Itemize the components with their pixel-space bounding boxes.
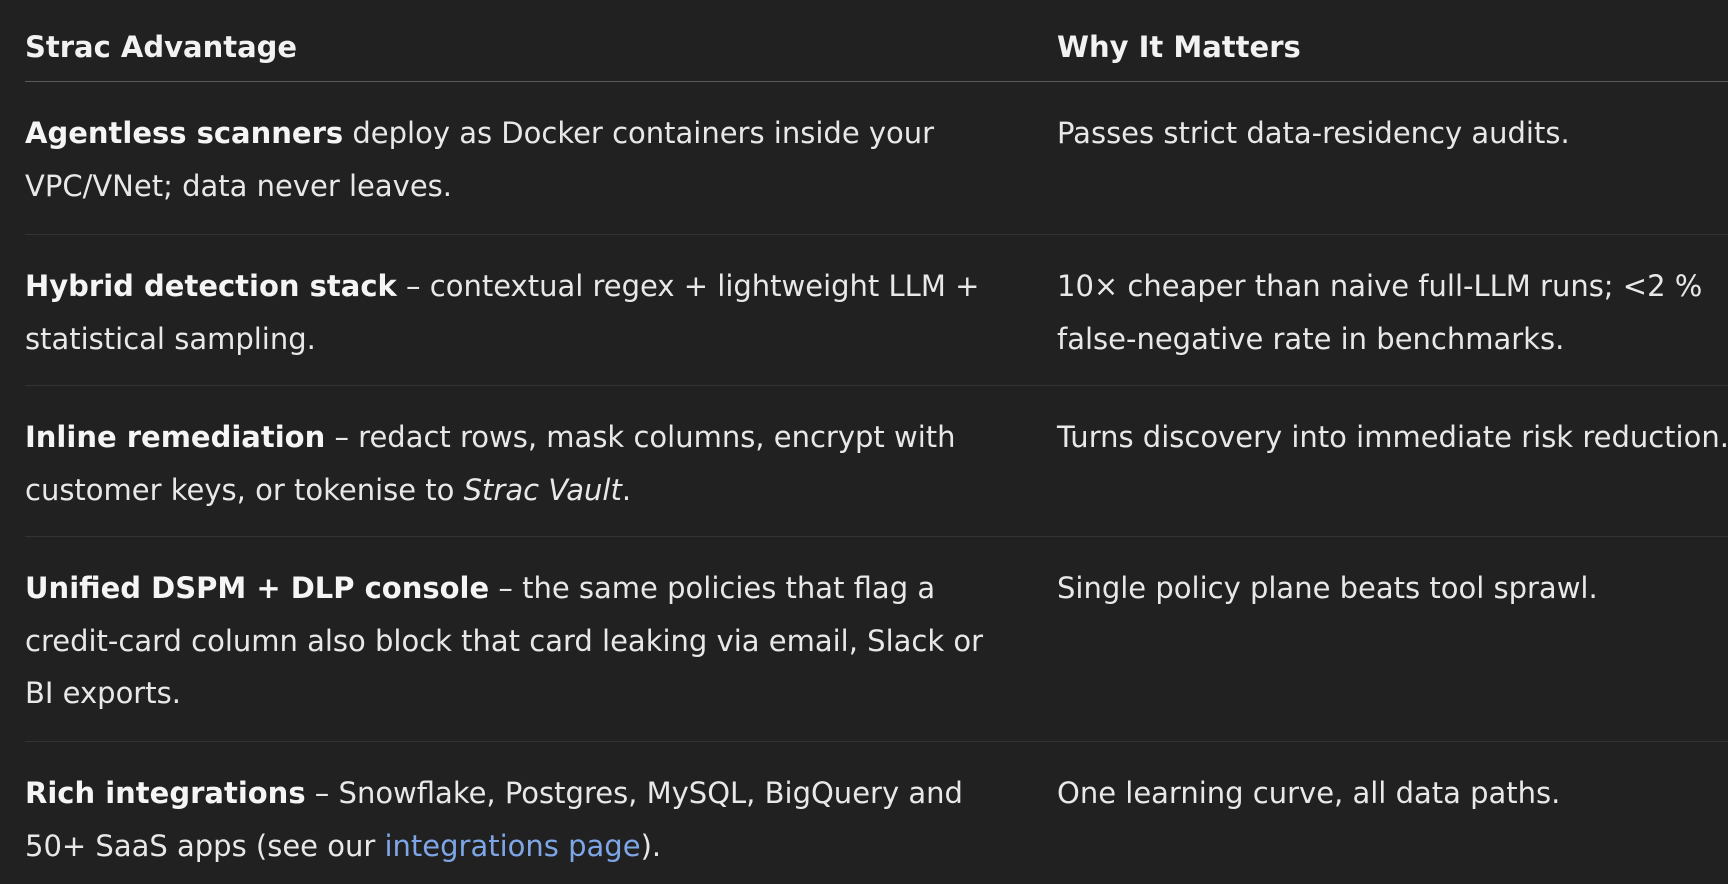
advantage-end: . [621,472,632,507]
advantage-title: Rich integrations [25,776,306,810]
advantage-end: ). [640,828,662,863]
advantage-cell: Inline remediation – redact rows, mask c… [25,386,1057,536]
advantage-cell: Rich integrations – Snowflake, Postgres,… [25,742,1057,882]
integrations-page-link[interactable]: integrations page [385,829,641,863]
table-row: Hybrid detection stack – contextual rege… [25,235,1728,386]
strac-vault-term: Strac Vault [463,472,622,507]
matters-cell: Passes strict data-residency audits. [1057,116,1570,150]
comparison-table: Strac Advantage Why It Matters Agentless… [25,0,1728,882]
table-row: Agentless scanners deploy as Docker cont… [25,82,1728,235]
table-row: Unified DSPM + DLP console – the same po… [25,537,1728,742]
advantage-title: Agentless scanners [25,116,344,150]
header-strac-advantage: Strac Advantage [25,30,298,64]
table-header-row: Strac Advantage Why It Matters [25,0,1728,82]
advantage-title: Inline remediation [25,420,326,454]
advantage-cell: Unified DSPM + DLP console – the same po… [25,537,1057,741]
matters-cell: 10× cheaper than naive full-LLM runs; <2… [1057,269,1703,356]
matters-cell: One learning curve, all data paths. [1057,776,1561,810]
advantage-cell: Hybrid detection stack – contextual rege… [25,235,1057,385]
advantage-title: Unified DSPM + DLP console [25,571,490,605]
table-row: Inline remediation – redact rows, mask c… [25,386,1728,537]
advantage-cell: Agentless scanners deploy as Docker cont… [25,82,1057,234]
matters-cell: Single policy plane beats tool sprawl. [1057,571,1598,605]
matters-cell: Turns discovery into immediate risk redu… [1057,420,1728,454]
advantage-title: Hybrid detection stack [25,269,397,303]
header-why-it-matters: Why It Matters [1057,30,1301,64]
table-row: Rich integrations – Snowflake, Postgres,… [25,742,1728,882]
